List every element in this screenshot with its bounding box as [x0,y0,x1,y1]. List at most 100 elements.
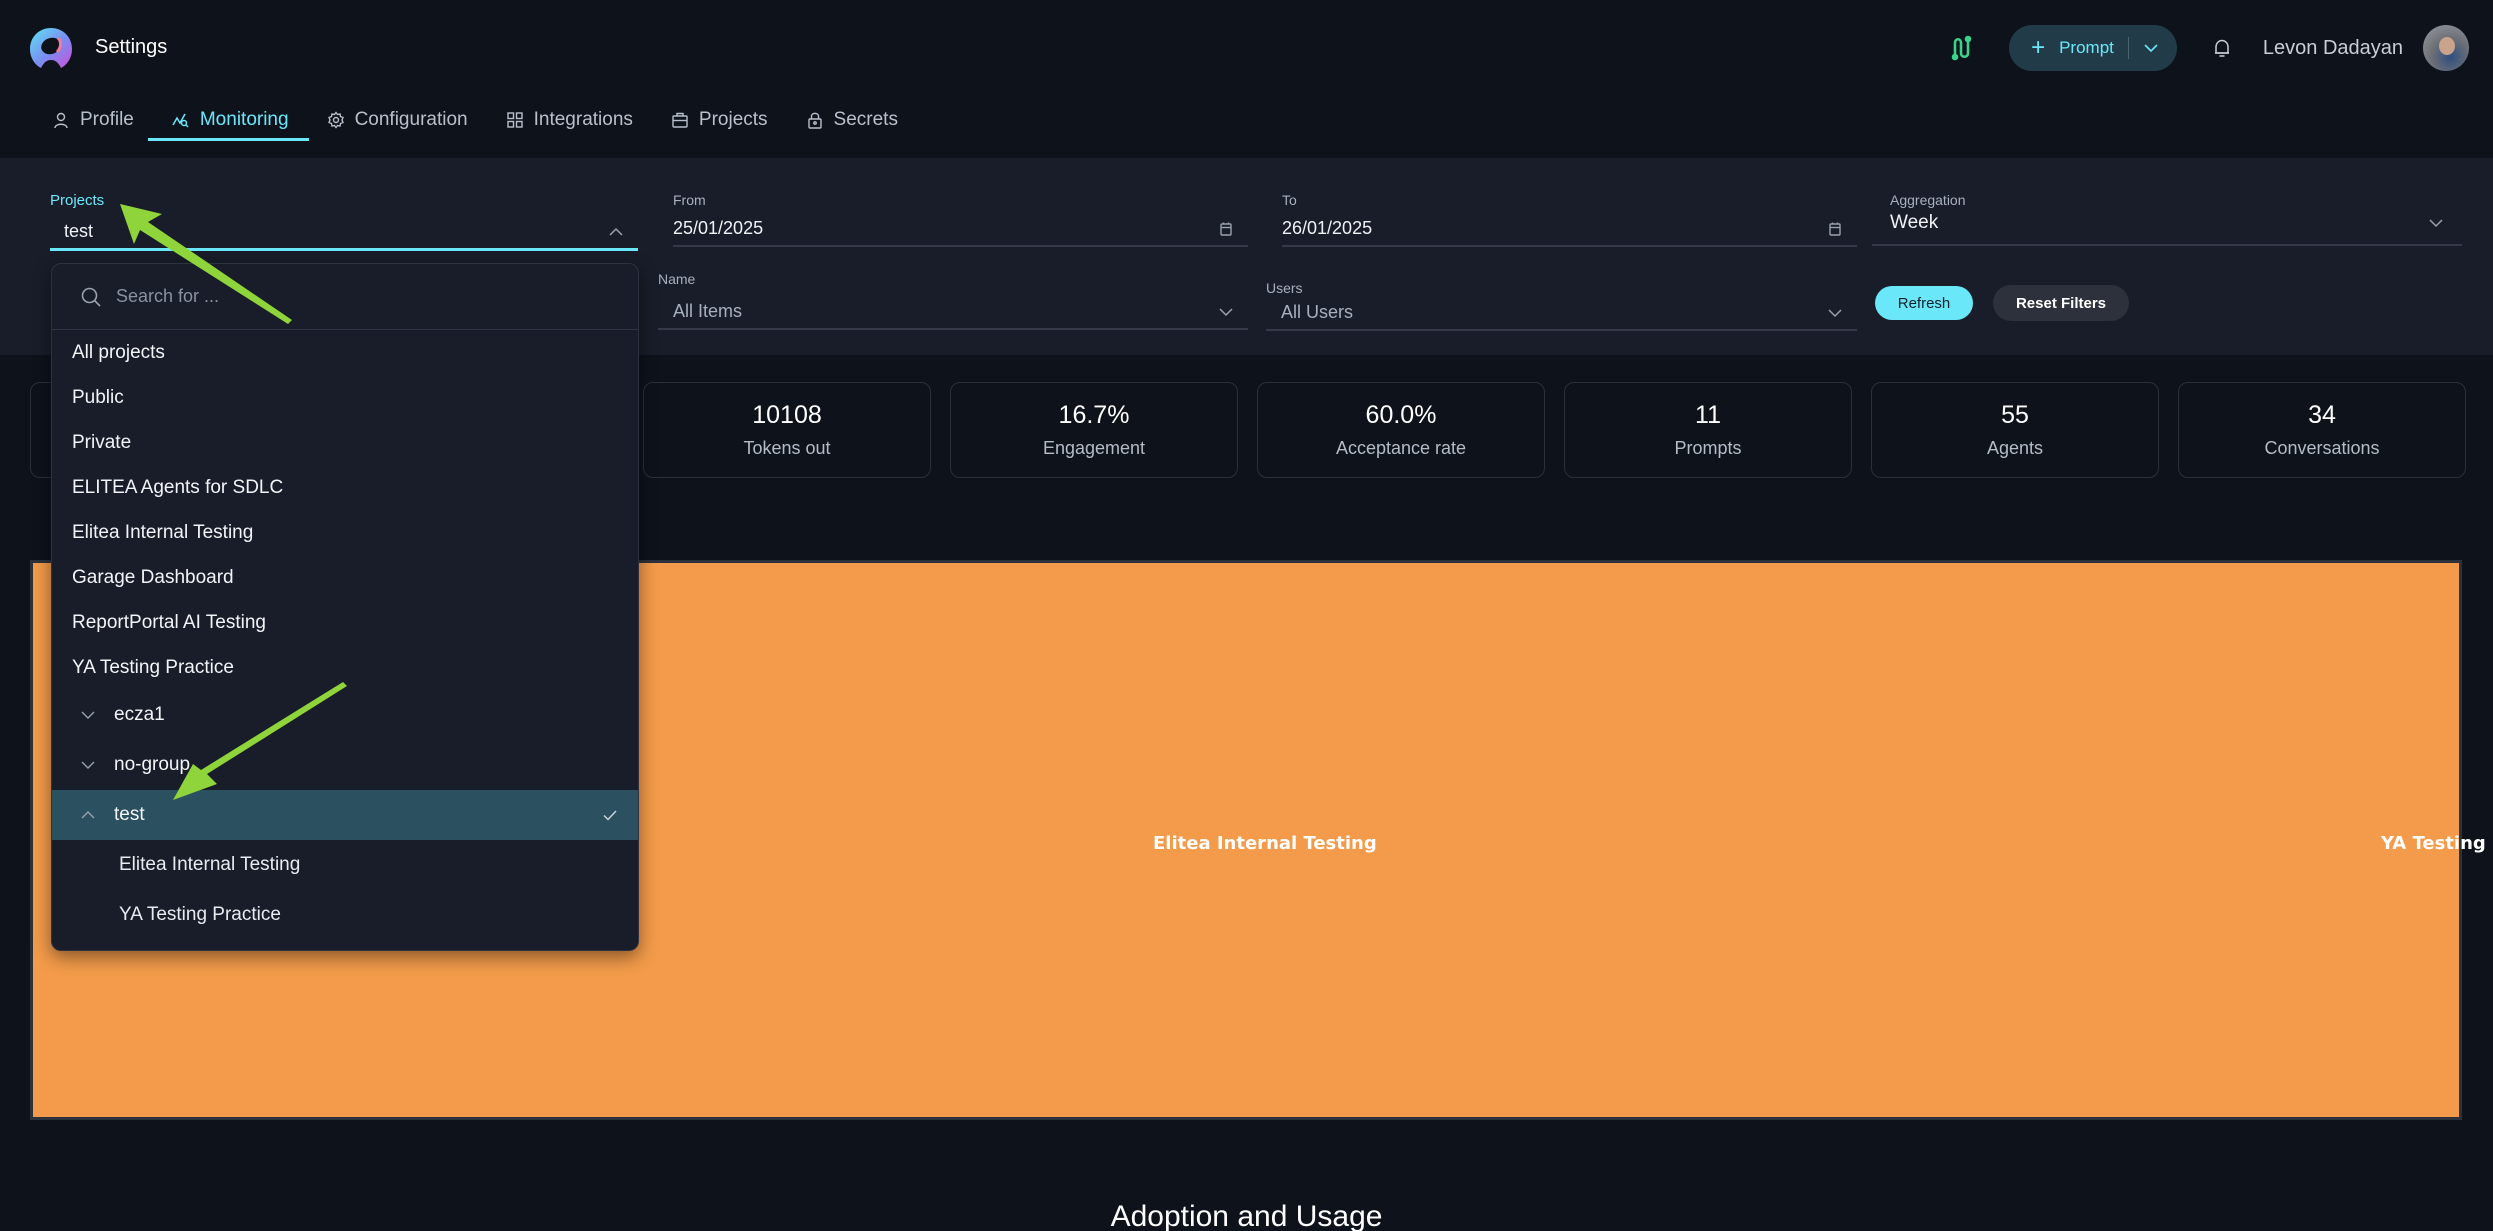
group-label: test [114,804,145,825]
header-actions: + Prompt Levon Dadayan [1949,24,2469,72]
dropdown-item[interactable]: Public [52,375,638,420]
app-title: Settings [95,36,168,58]
stat-value: 10108 [752,401,822,429]
stat-caption: Prompts [1674,438,1742,458]
bell-icon[interactable] [2211,37,2233,59]
tab-label: Configuration [354,109,468,130]
dropdown-item[interactable]: All projects [52,330,638,375]
tab-configuration[interactable]: Configuration [323,100,484,140]
lock-icon [807,112,822,129]
chevron-up-icon[interactable] [80,807,96,823]
stat-caption: Acceptance rate [1335,438,1467,458]
stat-value: 60.0% [1365,401,1437,429]
stat-card-engagement: 16.7% Engagement [950,382,1238,478]
avatar[interactable] [2423,25,2469,71]
section-title: Adoption and Usage [1110,1200,1383,1231]
users-select[interactable]: Users All Users [1266,280,1857,331]
chevron-down-icon[interactable] [80,707,96,723]
dropdown-item[interactable]: ELITEA Agents for SDLC [52,465,638,510]
stat-card-tokens-out: 10108 Tokens out [643,382,931,478]
projects-dropdown: All projects Public Private ELITEA Agent… [51,263,639,951]
dropdown-subitem[interactable]: Elitea Internal Testing [52,840,638,890]
stat-value: 11 [1695,401,1721,429]
tab-label: Secrets [833,109,898,130]
to-date-field[interactable]: To 26/01/2025 [1282,192,1857,247]
pipeline-icon[interactable] [1949,35,1975,61]
monitoring-icon [172,113,189,128]
group-label: ecza1 [114,704,165,725]
tab-label: Projects [698,109,768,130]
prompt-button-label: Prompt [2059,38,2114,57]
gear-icon [327,111,344,129]
dropdown-item[interactable]: ReportPortal AI Testing [52,600,638,645]
projects-select[interactable]: Projects test [50,192,638,251]
dropdown-item[interactable]: YA Testing Practice [52,645,638,690]
tab-monitoring[interactable]: Monitoring [147,100,309,141]
to-label: To [1282,192,1297,208]
dropdown-item[interactable]: Elitea Internal Testing [52,510,638,555]
stat-caption: Conversations [2264,438,2380,458]
tab-integrations[interactable]: Integrations [502,100,649,140]
stat-caption: Engagement [1042,438,1146,458]
plus-icon: + [2031,34,2046,61]
reset-filters-button[interactable]: Reset Filters [1993,285,2129,321]
projects-value: test [64,221,94,241]
dropdown-search-input[interactable] [116,286,596,307]
stat-card-acceptance-rate: 60.0% Acceptance rate [1257,382,1545,478]
name-value: All Items [673,301,743,321]
button-divider [2127,37,2129,59]
name-label: Name [658,271,696,287]
chevron-down-icon[interactable] [2143,40,2159,56]
dropdown-item[interactable]: Garage Dashboard [52,555,638,600]
settings-tabs: Profile Monitoring Configuration Integra… [48,100,932,141]
chevron-up-icon[interactable] [608,224,624,240]
tab-secrets[interactable]: Secrets [802,100,914,140]
add-prompt-button[interactable]: + Prompt [2009,25,2177,71]
stat-caption: Tokens out [743,438,831,458]
aggregation-label: Aggregation [1890,192,1966,208]
stat-card-conversations: 34 Conversations [2178,382,2466,478]
chevron-down-icon[interactable] [1827,305,1843,321]
tab-label: Monitoring [199,109,289,130]
from-date-field[interactable]: From 25/01/2025 [673,192,1248,247]
grid-icon [506,112,523,128]
dropdown-subitem[interactable]: YA Testing Practice [52,890,638,940]
dropdown-group-no-group[interactable]: no-group [52,740,638,790]
treemap-label: YA Testing [2381,833,2486,854]
tab-label: Integrations [533,109,633,130]
from-value: 25/01/2025 [673,218,764,238]
stat-value: 55 [2001,401,2029,429]
stat-value: 34 [2308,401,2336,429]
user-name[interactable]: Levon Dadayan [2263,37,2403,60]
tab-projects[interactable]: Projects [667,100,784,140]
tab-label: Profile [80,109,134,130]
treemap-label: Elitea Internal Testing [1153,833,1377,854]
dropdown-group-ecza1[interactable]: ecza1 [52,690,638,740]
search-icon [81,287,101,307]
chevron-down-icon[interactable] [2428,215,2444,231]
name-select[interactable]: Name All Items [658,271,1248,330]
stat-card-agents: 55 Agents [1871,382,2159,478]
dropdown-item[interactable]: Private [52,420,638,465]
dropdown-group-test[interactable]: test [52,790,638,840]
users-value: All Users [1281,302,1354,322]
users-label: Users [1266,280,1303,296]
app-logo-icon [30,28,72,68]
aggregation-value: Week [1890,212,1939,233]
dropdown-search [52,264,638,330]
aggregation-select[interactable]: Aggregation Week [1872,192,2462,246]
group-label: no-group [114,754,191,775]
stat-value: 16.7% [1058,401,1130,429]
chevron-down-icon[interactable] [80,757,96,773]
projects-label: Projects [50,192,105,209]
stat-caption: Agents [1986,438,2044,458]
to-value: 26/01/2025 [1282,218,1373,238]
chevron-down-icon[interactable] [1218,304,1234,320]
user-icon [54,112,68,129]
tab-profile[interactable]: Profile [48,100,150,140]
calendar-icon[interactable] [1218,221,1234,237]
briefcase-icon [672,112,688,128]
calendar-icon[interactable] [1827,221,1843,237]
refresh-button[interactable]: Refresh [1875,286,1973,320]
from-label: From [673,192,706,208]
